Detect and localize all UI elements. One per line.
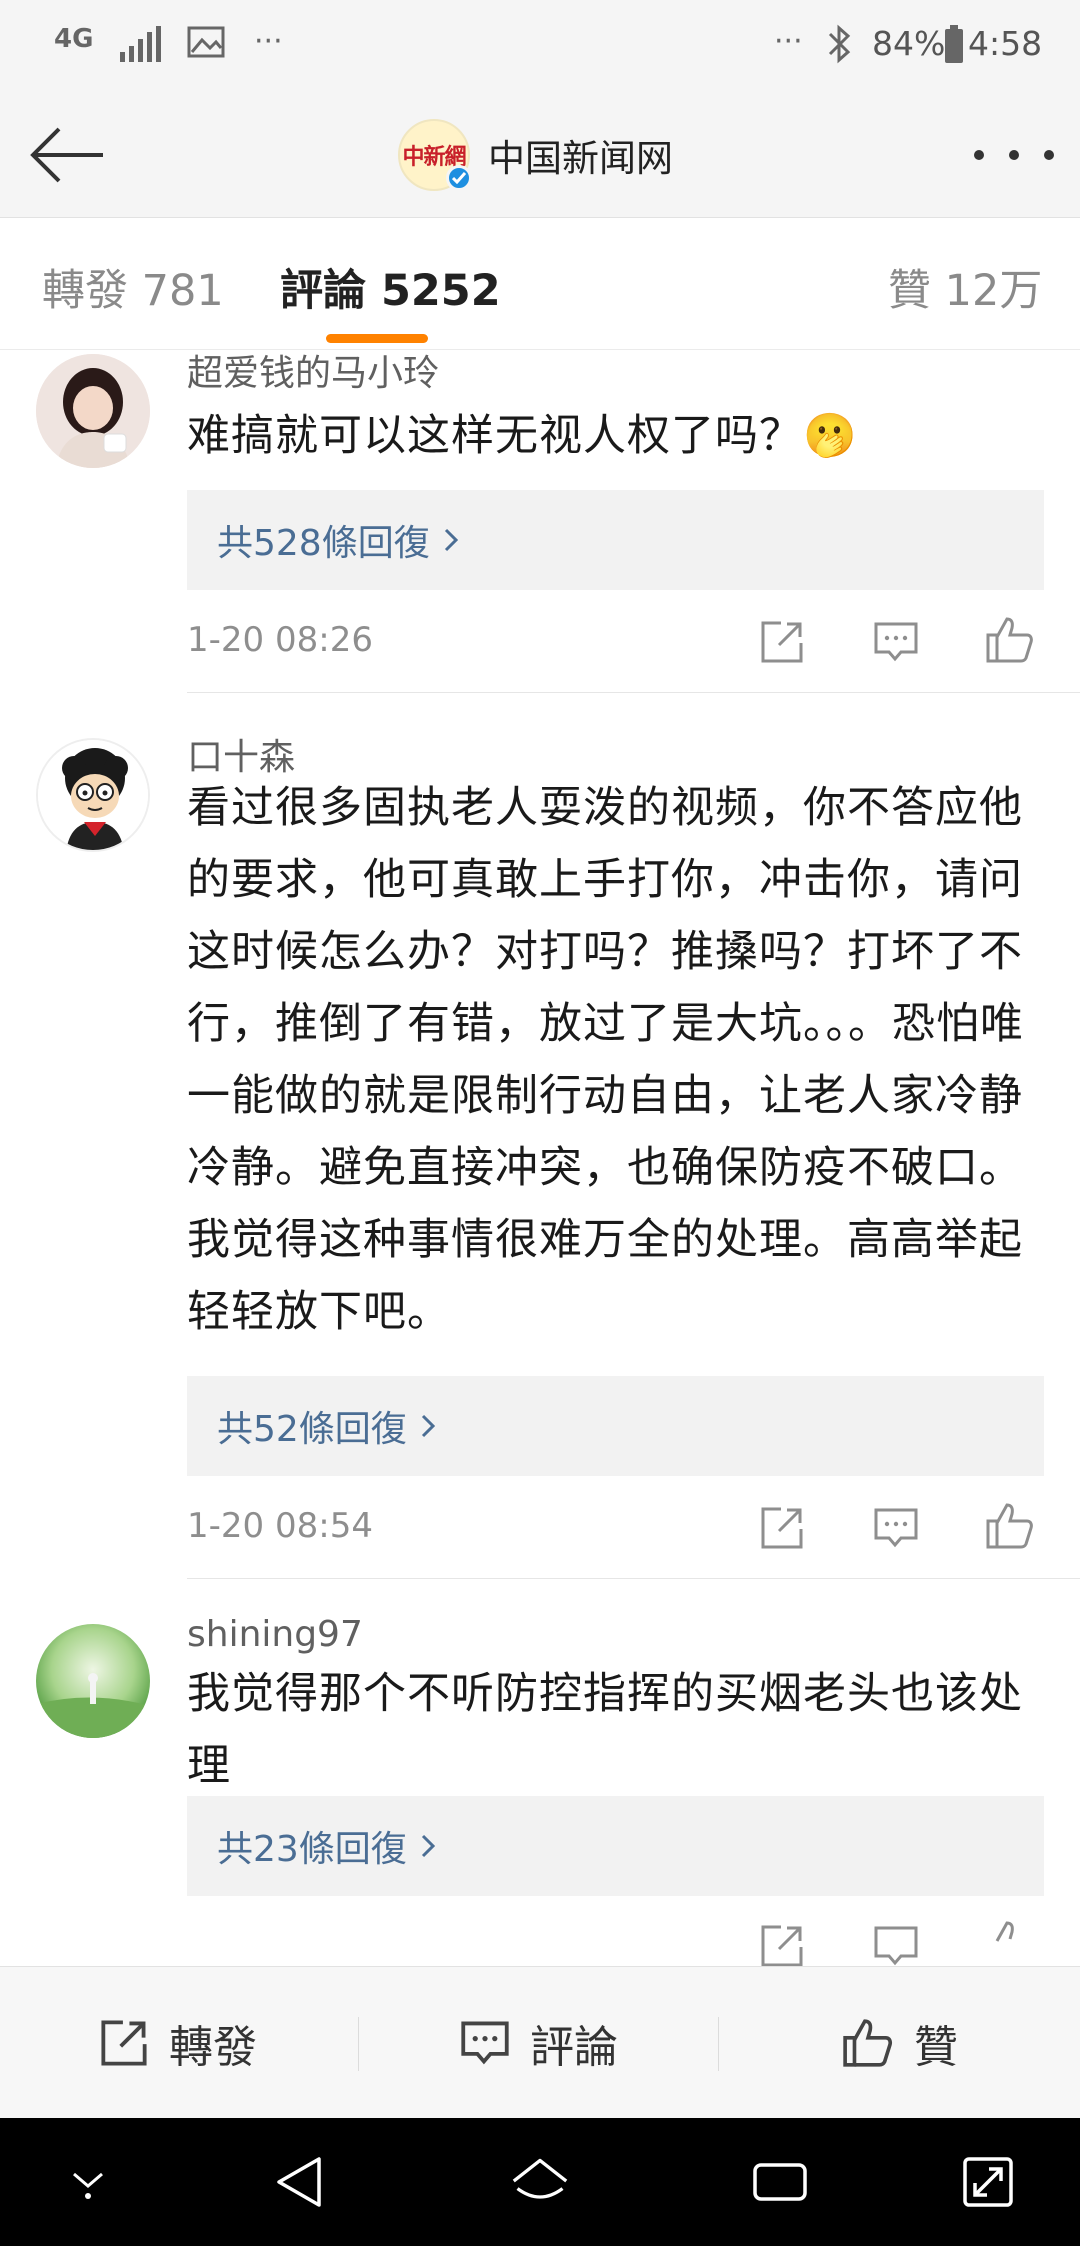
reply-count: 共52條回復 <box>217 1409 407 1450</box>
comment-time: 1-20 08:26 <box>187 620 373 660</box>
avatar[interactable] <box>36 1624 150 1738</box>
reply-summary[interactable]: 共528條回復 <box>187 490 1044 590</box>
tab-like[interactable]: 贊 12万 <box>888 256 1042 318</box>
comment-icon[interactable] <box>868 1918 924 1966</box>
active-tab-indicator <box>326 334 428 343</box>
view-replies-link[interactable]: 共528條回復 <box>217 514 458 566</box>
share-icon[interactable] <box>754 1918 810 1966</box>
reply-count: 共528條回復 <box>217 523 430 564</box>
more-dot-icon <box>1044 150 1054 160</box>
comment-icon[interactable] <box>868 1500 924 1556</box>
tab-bar: 轉發 781 評論 5252 贊 12万 <box>0 218 1080 350</box>
clock: 4:58 <box>968 24 1043 63</box>
verified-badge-icon <box>446 165 472 191</box>
home-icon <box>512 2158 568 2199</box>
comment-divider <box>187 692 1080 693</box>
avatar[interactable] <box>36 354 150 468</box>
comment-label: 評論 <box>530 2022 618 2073</box>
like-button[interactable]: 贊 <box>720 1967 1080 2119</box>
like-icon[interactable] <box>982 612 1038 668</box>
repost-label: 轉發 <box>169 2022 257 2073</box>
network-4g-icon: 4G <box>54 24 94 54</box>
recents-icon <box>753 2163 807 2201</box>
signal-icon <box>118 24 162 64</box>
repost-icon <box>101 2020 147 2066</box>
view-replies-link[interactable]: 共23條回復 <box>217 1820 435 1872</box>
battery-label: 84% <box>872 24 946 63</box>
chevron-down-icon <box>73 2172 103 2199</box>
comment-text: 看过很多固执老人耍泼的视频，你不答应他的要求，他可真敢上手打你，冲击你，请问这时… <box>187 783 1024 1337</box>
recents-nav-button[interactable] <box>750 2152 810 2212</box>
more-dot-icon <box>974 150 984 160</box>
app-header: 中新網 中国新闻网 <box>0 92 1080 218</box>
home-nav-button[interactable] <box>510 2152 570 2212</box>
chevron-right-icon <box>444 528 458 552</box>
avatar[interactable] <box>36 738 150 852</box>
account-avatar[interactable]: 中新網 <box>398 119 472 191</box>
reply-count: 共23條回復 <box>217 1829 407 1870</box>
comment-username[interactable]: shining97 <box>187 1614 363 1655</box>
triangle-back-icon <box>277 2157 321 2207</box>
tab-repost[interactable]: 轉發 781 <box>42 256 224 318</box>
tab-comment[interactable]: 評論 5252 <box>280 256 501 318</box>
share-icon[interactable] <box>754 614 810 670</box>
notification-more-icon: ··· <box>254 24 283 59</box>
status-more-icon: ··· <box>774 24 803 59</box>
like-label: 贊 <box>914 2022 958 2073</box>
bar-divider <box>358 2017 359 2071</box>
comment-username[interactable]: 超爱钱的马小玲 <box>187 350 439 396</box>
hide-keyboard-button[interactable] <box>58 2152 118 2212</box>
share-icon[interactable] <box>754 1500 810 1556</box>
comment-icon[interactable] <box>868 614 924 670</box>
like-icon <box>843 2019 893 2067</box>
reply-summary[interactable]: 共52條回復 <box>187 1376 1044 1476</box>
back-button[interactable] <box>28 120 108 190</box>
comment-text: 难搞就可以这样无视人权了吗？🫢 <box>187 411 858 461</box>
reply-summary[interactable]: 共23條回復 <box>187 1796 1044 1896</box>
like-icon[interactable] <box>982 1916 1038 1966</box>
like-icon[interactable] <box>982 1498 1038 1554</box>
view-replies-link[interactable]: 共52條回復 <box>217 1400 435 1452</box>
comment-divider <box>187 1578 1080 1579</box>
bottom-action-bar: 轉發 評論 贊 <box>0 1966 1080 2118</box>
repost-button[interactable]: 轉發 <box>0 1967 356 2119</box>
status-bar: 4G ··· ··· 84% 4:58 <box>0 0 1080 92</box>
image-icon <box>186 24 226 60</box>
comment-time: 1-20 08:54 <box>187 1506 373 1546</box>
battery-icon <box>944 24 964 64</box>
bar-divider <box>718 2017 719 2071</box>
back-nav-button[interactable] <box>270 2152 330 2212</box>
expand-icon <box>963 2157 1013 2207</box>
comment-button[interactable]: 評論 <box>360 1967 718 2119</box>
account-header[interactable]: 中新網 中国新闻网 <box>398 114 673 196</box>
chevron-right-icon <box>421 1834 435 1858</box>
chevron-right-icon <box>421 1414 435 1438</box>
expand-nav-button[interactable] <box>958 2152 1018 2212</box>
comment-icon <box>461 2021 509 2065</box>
more-dot-icon <box>1009 150 1019 160</box>
comment-text: 我觉得那个不听防控指挥的买烟老头也该处理 <box>187 1669 1023 1791</box>
system-nav-bar <box>0 2118 1080 2246</box>
bluetooth-icon <box>826 24 854 64</box>
more-options-button[interactable] <box>974 130 1054 180</box>
account-name[interactable]: 中国新闻网 <box>488 128 673 182</box>
comment-list: 超爱钱的马小玲 难搞就可以这样无视人权了吗？🫢 共528條回復 1-20 08:… <box>0 350 1080 1966</box>
back-arrow-icon <box>30 127 103 183</box>
